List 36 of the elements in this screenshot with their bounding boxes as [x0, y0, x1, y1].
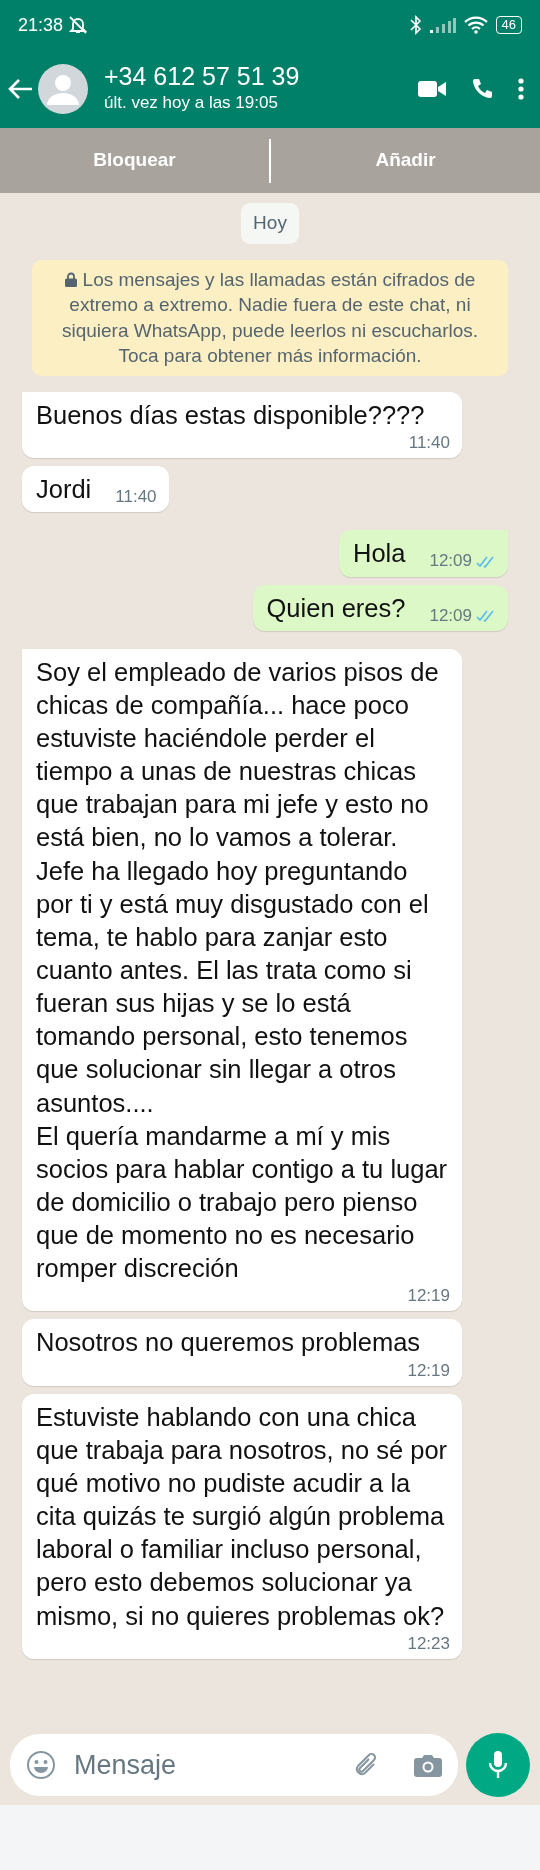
message-time: 12:09 — [429, 550, 472, 573]
clock-time: 21:38 — [18, 13, 64, 37]
wifi-icon — [463, 16, 488, 34]
message-field[interactable]: Mensaje — [10, 1734, 458, 1796]
message-text: Nosotros no queremos problemas — [36, 1327, 421, 1359]
bluetooth-icon — [409, 15, 422, 35]
microphone-icon — [488, 1750, 508, 1780]
message-text: Hola — [353, 538, 406, 570]
emoji-icon[interactable] — [26, 1750, 56, 1780]
message-text: Soy el empleado de varios pisos de chicas de compañía... hace poco estuviste haciéndole perder el tiempo a unas de nuestras chicas que trabajan para mi jefe y esto no está bien, no lo vamos a tolerar. Jefe ha llegado hoy preguntando por ti y está muy disgustado con el tema, te hablo para zanjar esto cuanto antes. El las trata como si fueran sus hijas y se lo está tomando personal, esto tenemos que solucionar sin llegar a otros asuntos.... El quería mandarme a mí y mis socios para hablar contigo a tu lugar de domicilio o trabajo pero pienso que de momento no es necesario romper discreción — [36, 657, 448, 1283]
camera-icon[interactable] — [414, 1753, 442, 1777]
last-seen-text: últ. vez hoy a las 19:05 — [104, 92, 279, 114]
contact-number[interactable]: +34 612 57 51 39 — [104, 62, 418, 90]
message-text: Estuviste hablando con una chica que trabaja para nosotros, no sé por qué motivo no pudiste acudir a la cita quizás te surgió algún problema laboral o familiar incluso personal, pero esto debemos solucionar ya mismo, si no quieres problemas ok? — [36, 1402, 448, 1630]
message-time: 12:19 — [407, 1285, 450, 1308]
message-time: 11:40 — [115, 486, 157, 509]
mute-icon — [67, 15, 90, 35]
message-time: 11:40 — [408, 432, 450, 455]
battery-icon: 46 — [495, 16, 522, 34]
back-arrow-icon[interactable] — [8, 78, 34, 100]
date-chip: Hoy — [241, 203, 299, 244]
message-time: 12:09 — [429, 604, 472, 627]
message-time: 12:23 — [407, 1632, 450, 1655]
message-text: Buenos días estas disponible???? — [36, 400, 425, 432]
message-text: Quien eres? — [266, 592, 406, 624]
more-options-icon[interactable] — [518, 78, 524, 100]
action-button[interactable]: Bloquear — [0, 128, 269, 193]
message-text: Jordi — [36, 474, 92, 506]
encryption-notice[interactable]: Los mensajes y las llamadas están cifrados de extremo a extremo. Nadie fuera de este chat, ni siquiera WhatsApp, puede leerlos ni escucharlos. Toca para obtener más información. — [32, 259, 508, 377]
action-button[interactable]: Añadir — [271, 128, 540, 193]
avatar-icon[interactable] — [38, 64, 88, 114]
phone-icon[interactable] — [470, 77, 494, 101]
lock-icon — [64, 271, 77, 287]
video-call-icon[interactable] — [418, 80, 446, 98]
message-time: 12:19 — [407, 1359, 450, 1382]
signal-icon — [429, 17, 456, 33]
